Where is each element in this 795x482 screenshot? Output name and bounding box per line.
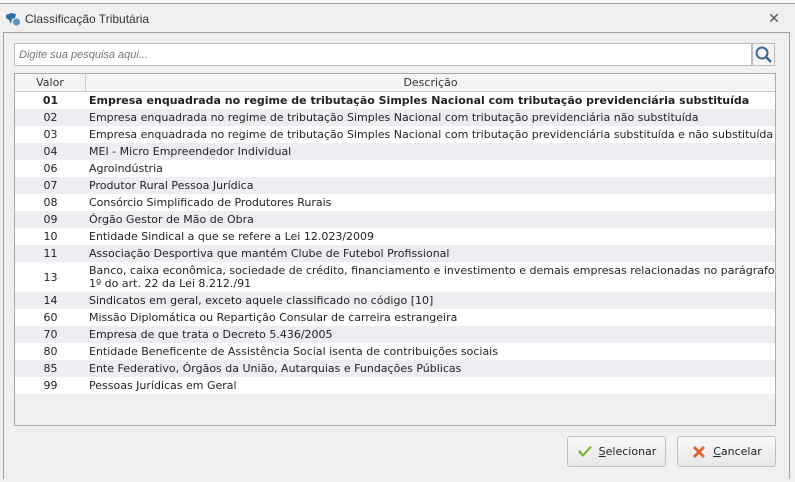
cell-valor: 99 — [43, 379, 58, 392]
table-row[interactable]: 08 Consórcio Simplificado de Produtores R… — [15, 194, 775, 211]
table-row[interactable]: 80 Entidade Beneficente de Assistência So… — [15, 343, 775, 360]
cell-valor: 04 — [43, 145, 58, 158]
select-button[interactable]: Selecionar — [567, 436, 666, 467]
grid-rows: 01 Empresa enquadrada no regime de tribut… — [15, 92, 775, 394]
cell-valor: 03 — [43, 128, 58, 141]
table-row[interactable]: 14 Sindicatos em geral, exceto aquele cla… — [15, 292, 775, 309]
cell-descricao: Banco, caixa econômica, sociedade de cré… — [89, 264, 775, 290]
cell-descricao: Empresa enquadrada no regime de tributaç… — [89, 94, 750, 107]
check-icon — [577, 445, 592, 457]
table-row[interactable]: 99 Pessoas Jurídicas em Geral — [15, 377, 775, 394]
cell-valor: 02 — [43, 111, 58, 124]
cell-valor: 09 — [43, 213, 58, 226]
cell-descricao: Pessoas Jurídicas em Geral — [89, 379, 237, 392]
cell-valor: 10 — [43, 230, 58, 243]
search-icon — [755, 46, 772, 63]
cancel-button[interactable]: Cancelar — [677, 436, 776, 467]
cell-descricao: Entidade Sindical a que se refere a Lei … — [89, 230, 375, 243]
cell-descricao: Órgão Gestor de Mão de Obra — [89, 213, 254, 226]
classification-grid: Valor Descrição 01 Empresa enquadrada no … — [14, 73, 776, 426]
cell-valor: 01 — [42, 94, 59, 107]
table-row[interactable]: 04 MEI - Micro Empreendedor Individual — [15, 143, 775, 160]
search-button[interactable] — [752, 43, 775, 66]
table-row[interactable]: 11 Associação Desportiva que mantém Clube… — [15, 245, 775, 262]
cell-valor: 13 — [43, 270, 58, 284]
cell-descricao: Missão Diplomática ou Repartição Consula… — [89, 311, 458, 324]
table-row[interactable]: 03 Empresa enquadrada no regime de tribut… — [15, 126, 775, 143]
table-row[interactable]: 13 Banco, caixa econômica, sociedade de c… — [15, 262, 775, 292]
title-bar: Classificação Tributária ✕ — [0, 4, 795, 32]
cell-valor: 08 — [43, 196, 58, 209]
table-row[interactable]: 01 Empresa enquadrada no regime de tribut… — [15, 92, 775, 109]
cell-descricao: Empresa enquadrada no regime de tributaç… — [89, 111, 699, 124]
cell-descricao: Associação Desportiva que mantém Clube d… — [89, 247, 450, 260]
cell-descricao: Ente Federativo, Órgãos da União, Autarq… — [89, 362, 462, 375]
cell-descricao: Agroindústria — [89, 162, 163, 175]
cell-descricao: MEI - Micro Empreendedor Individual — [89, 145, 292, 158]
cell-descricao: Entidade Beneficente de Assistência Soci… — [89, 345, 498, 358]
cell-valor: 85 — [43, 362, 58, 375]
cell-descricao: Sindicatos em geral, exceto aquele class… — [89, 294, 434, 307]
app-icon — [6, 13, 20, 26]
table-row[interactable]: 07 Produtor Rural Pessoa Jurídica — [15, 177, 775, 194]
table-row[interactable]: 06 Agroindústria — [15, 160, 775, 177]
x-icon — [693, 445, 706, 458]
cell-descricao: Consórcio Simplificado de Produtores Rur… — [89, 196, 332, 209]
column-header-valor[interactable]: Valor — [15, 74, 86, 91]
table-row[interactable]: 70 Empresa de que trata o Decreto 5.436/2… — [15, 326, 775, 343]
table-row[interactable]: 60 Missão Diplomática ou Repartição Consu… — [15, 309, 775, 326]
table-row[interactable]: 85 Ente Federativo, Órgãos da União, Auta… — [15, 360, 775, 377]
search-input[interactable] — [14, 43, 752, 66]
cell-valor: 70 — [43, 328, 58, 341]
cell-valor: 07 — [43, 179, 58, 192]
cell-descricao: Empresa enquadrada no regime de tributaç… — [89, 128, 774, 141]
cell-valor: 11 — [43, 247, 58, 260]
table-row[interactable]: 09 Órgão Gestor de Mão de Obra — [15, 211, 775, 228]
select-label: Selecionar — [598, 445, 657, 458]
column-header-descricao[interactable]: Descrição — [86, 74, 775, 91]
cell-valor: 14 — [43, 294, 58, 307]
grid-header: Valor Descrição — [15, 74, 775, 92]
cancel-label: Cancelar — [713, 445, 762, 458]
close-button[interactable]: ✕ — [764, 10, 784, 28]
cell-descricao: Empresa de que trata o Decreto 5.436/200… — [89, 328, 333, 341]
cell-valor: 60 — [43, 311, 58, 324]
table-row[interactable]: 02 Empresa enquadrada no regime de tribut… — [15, 109, 775, 126]
window-title: Classificação Tributária — [25, 12, 150, 26]
cell-valor: 06 — [43, 162, 58, 175]
cell-descricao: Produtor Rural Pessoa Jurídica — [89, 179, 254, 192]
cell-valor: 80 — [43, 345, 58, 358]
table-row[interactable]: 10 Entidade Sindical a que se refere a Le… — [15, 228, 775, 245]
